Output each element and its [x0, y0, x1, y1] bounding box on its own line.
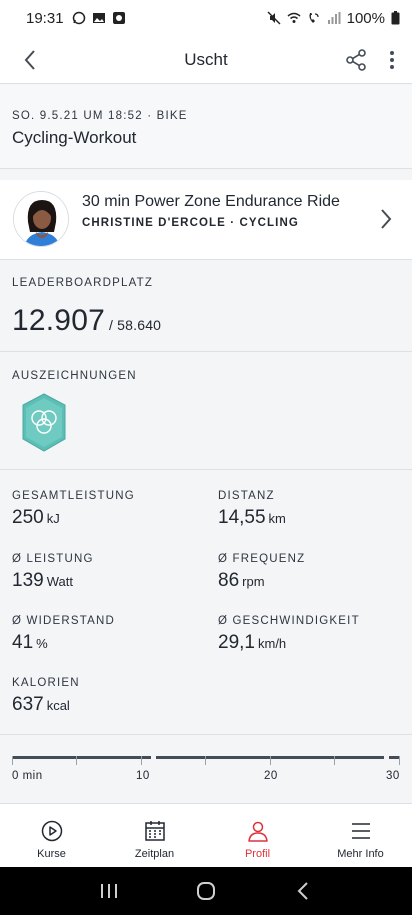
stat-label: KALORIEN [12, 677, 80, 689]
award-badge-icon[interactable] [20, 392, 68, 454]
calendar-icon [144, 821, 165, 841]
recent-apps-button[interactable] [89, 871, 129, 911]
rank-value: 12.907 [12, 304, 105, 337]
leaderboard-rank: 12.907/ 58.640 [12, 304, 161, 338]
stat-avg-speed: Ø GESCHWINDIGKEIT 29,1 km/h [218, 615, 360, 654]
chevron-right-icon [381, 209, 392, 229]
wifi-icon [287, 12, 301, 23]
timeline-tick [399, 756, 400, 765]
whatsapp-icon [72, 11, 85, 25]
leaderboard-label: LEADERBOARDPLATZ [12, 277, 154, 289]
recent-apps-icon [100, 884, 117, 898]
workout-name: Cycling-Workout [12, 128, 137, 147]
home-button[interactable] [186, 871, 226, 911]
tab-kurse[interactable]: Kurse [0, 804, 103, 867]
stat-label: Ø GESCHWINDIGKEIT [218, 615, 360, 627]
instructor-photo [14, 192, 68, 246]
stat-unit: rpm [242, 574, 265, 589]
stat-avg-output: Ø LEISTUNG 139 Watt [12, 553, 94, 592]
stat-value: 86 [218, 570, 240, 591]
gallery-icon [92, 13, 105, 23]
class-title: 30 min Power Zone Endurance Ride [82, 193, 340, 210]
leaderboard-section: LEADERBOARDPLATZ 12.907/ 58.640 [0, 260, 412, 352]
stat-label: DISTANZ [218, 490, 275, 502]
stat-unit: Watt [46, 574, 73, 589]
tab-mehr-info[interactable]: Mehr Info [309, 804, 412, 867]
timeline-tick [334, 756, 335, 765]
timeline-label: 10 [136, 770, 150, 782]
status-time: 19:31 [26, 9, 64, 27]
system-back-button[interactable] [283, 871, 323, 911]
class-row[interactable]: 30 min Power Zone Endurance Ride CHRISTI… [0, 180, 412, 260]
stat-avg-cadence: Ø FREQUENZ 86 rpm [218, 553, 305, 592]
timeline-label: 30 [386, 770, 400, 782]
tab-label: Kurse [37, 848, 66, 860]
stat-unit: kcal [46, 698, 70, 713]
stat-unit: kJ [46, 511, 60, 526]
stat-calories: KALORIEN 637 kcal [12, 677, 80, 716]
awards-section: AUSZEICHNUNGEN [0, 352, 412, 470]
tab-zeitplan[interactable]: Zeitplan [103, 804, 206, 867]
awards-label: AUSZEICHNUNGEN [12, 370, 137, 382]
chevron-left-icon [24, 50, 35, 70]
status-bar: 19:31 100% [0, 0, 412, 36]
stat-unit: % [36, 636, 48, 651]
stat-distance: DISTANZ 14,55 km [218, 490, 286, 529]
stat-label: GESAMTLEISTUNG [12, 490, 135, 502]
share-icon [346, 49, 366, 71]
stat-total-output: GESAMTLEISTUNG 250 kJ [12, 490, 135, 529]
stat-value: 41 [12, 632, 34, 653]
share-button[interactable] [342, 46, 370, 74]
bottom-tab-bar: Kurse Zeitplan Profil Mehr Info [0, 803, 412, 867]
stat-label: Ø WIDERSTAND [12, 615, 115, 627]
class-open-chevron[interactable] [374, 200, 398, 238]
stat-value: 14,55 [218, 507, 266, 528]
app-bar: Uscht [0, 36, 412, 84]
more-vertical-icon [390, 51, 394, 69]
stat-value: 139 [12, 570, 44, 591]
stat-value: 29,1 [218, 632, 255, 653]
class-subtitle: CHRISTINE D'ERCOLE · CYCLING [82, 217, 299, 229]
stat-unit: km [268, 511, 286, 526]
rank-total: / 58.640 [108, 317, 162, 333]
mute-icon [267, 11, 281, 25]
stat-label: Ø LEISTUNG [12, 553, 94, 565]
timeline-tick [12, 756, 13, 765]
app-notification-icon [112, 12, 125, 24]
menu-icon [351, 823, 370, 839]
tab-profil[interactable]: Profil [206, 804, 309, 867]
workout-meta: SO. 9.5.21 UM 18:52 · BIKE [12, 110, 188, 122]
back-icon [297, 882, 309, 900]
stat-label: Ø FREQUENZ [218, 553, 306, 565]
workout-header: SO. 9.5.21 UM 18:52 · BIKE Cycling-Worko… [0, 85, 412, 169]
tab-label: Profil [244, 848, 271, 860]
timeline-tick [76, 756, 77, 765]
stat-unit: km/h [257, 636, 287, 651]
timeline-segment [12, 756, 151, 759]
tab-label: Mehr Info [337, 848, 384, 860]
timeline-section: 0 min 10 20 30 [0, 735, 412, 803]
stat-value: 250 [12, 507, 44, 528]
instructor-avatar [13, 191, 69, 247]
timeline-label: 20 [264, 770, 278, 782]
stat-avg-resistance: Ø WIDERSTAND 41% [12, 615, 115, 654]
system-nav-bar [0, 867, 412, 915]
back-button[interactable] [16, 46, 44, 74]
home-icon [196, 882, 215, 900]
stat-value: 637 [12, 694, 44, 715]
battery-percent: 100% [346, 9, 385, 27]
battery-icon [391, 11, 400, 25]
timeline-tick [205, 756, 206, 765]
signal-icon [327, 12, 341, 24]
more-options-button[interactable] [382, 46, 402, 74]
wifi-calling-icon [309, 13, 319, 23]
play-circle-icon [41, 820, 62, 842]
person-icon [247, 821, 268, 842]
timeline-tick [270, 756, 271, 765]
timeline-tick [141, 756, 142, 765]
stats-section: GESAMTLEISTUNG 250 kJ DISTANZ 14,55 km Ø L… [0, 470, 412, 735]
timeline-label: 0 min [12, 770, 43, 782]
tab-label: Zeitplan [134, 848, 175, 860]
